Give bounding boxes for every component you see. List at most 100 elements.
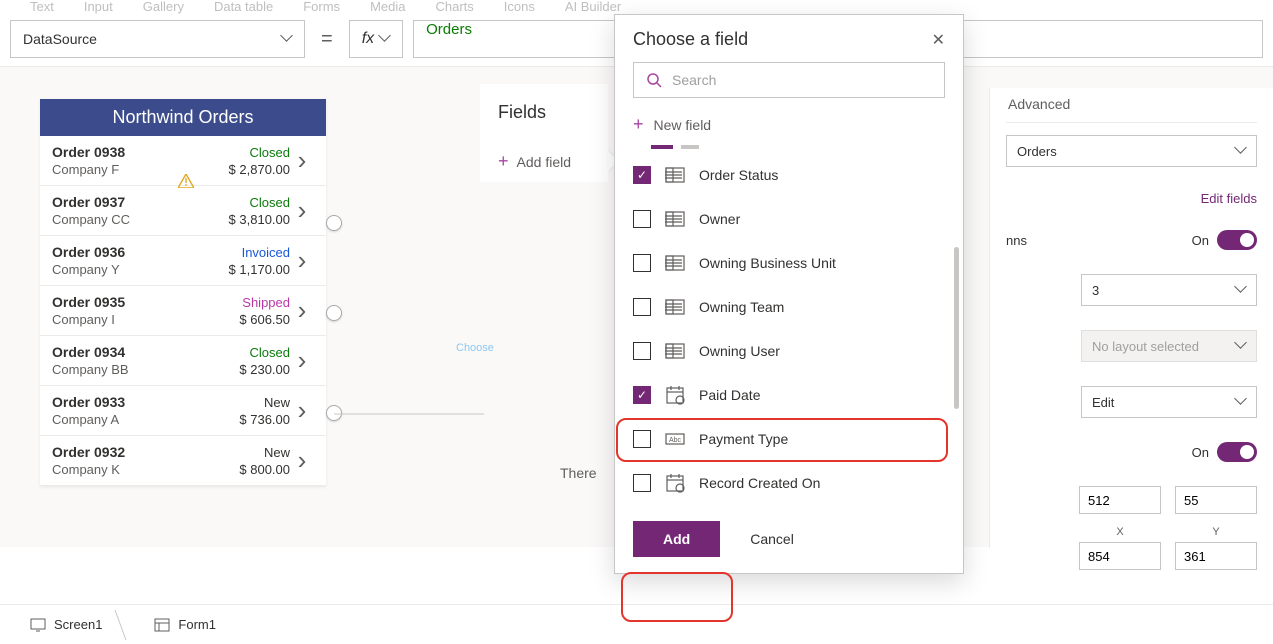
size-w-input[interactable] [1079,542,1161,570]
mode-select[interactable]: Edit [1081,386,1257,418]
checkbox[interactable] [633,210,651,228]
svg-text:Abc: Abc [669,437,682,444]
checkbox[interactable]: ✓ [633,166,651,184]
checkbox[interactable] [633,430,651,448]
checkbox[interactable] [633,298,651,316]
datasource-select[interactable]: Orders [1006,135,1257,167]
checkbox[interactable]: ✓ [633,386,651,404]
screen-icon [30,618,46,632]
option-icon [665,297,685,317]
choose-hint: Choose [456,342,494,354]
snap-columns-toggle[interactable] [1217,230,1257,250]
scrollbar[interactable] [954,247,959,409]
field-chooser-popup: Choose a field ✕ Search + New field ✓ Or… [614,14,964,574]
field-label: Owning Business Unit [699,255,836,271]
chevron-down-icon [1236,285,1246,295]
order-row[interactable]: Order 0935 Shipped Company I $ 606.50 [40,286,326,336]
tb-forms[interactable]: Forms [303,0,340,12]
field-option[interactable]: Record Created On [615,461,959,505]
order-status: New [210,395,290,410]
date-icon [665,385,685,405]
order-row[interactable]: Order 0936 Invoiced Company Y $ 1,170.00 [40,236,326,286]
tb-media[interactable]: Media [370,0,405,12]
chevron-down-icon [1236,146,1246,156]
form-icon [154,618,170,632]
order-row[interactable]: Order 0934 Closed Company BB $ 230.00 [40,336,326,386]
add-field-button[interactable]: + Add field [498,151,608,182]
fx-icon: fx [362,30,374,48]
breadcrumb-bar: Screen1 Form1 [0,604,1273,644]
layout-value: No layout selected [1092,339,1199,354]
order-status: Closed [210,145,290,160]
pos-x-input[interactable] [1079,486,1161,514]
field-list[interactable]: ✓ Order Status Owner Owning Business Uni… [615,153,963,505]
size-h-input[interactable] [1175,542,1257,570]
chevron-down-icon [1236,341,1246,351]
field-search-input[interactable]: Search [633,62,945,98]
tb-datatable[interactable]: Data table [214,0,273,12]
chevron-right-icon [290,347,314,375]
text-icon: Abc [665,429,685,449]
field-option[interactable]: ✓ Order Status [615,153,959,197]
order-amount: $ 736.00 [210,412,290,427]
tab-advanced[interactable]: Advanced [1008,88,1070,122]
columns-value: 3 [1092,283,1099,298]
order-row[interactable]: Order 0933 New Company A $ 736.00 [40,386,326,436]
pos-y-label: Y [1175,526,1257,538]
order-amount: $ 606.50 [210,312,290,327]
field-option[interactable]: Owning Business Unit [615,241,959,285]
resize-handle[interactable] [326,305,342,321]
tb-gallery[interactable]: Gallery [143,0,184,12]
field-option[interactable]: Abc Payment Type [615,417,959,461]
breadcrumb-screen[interactable]: Screen1 [16,611,116,638]
tb-input[interactable]: Input [84,0,113,12]
chevron-right-icon [290,297,314,325]
checkbox[interactable] [633,342,651,360]
order-row[interactable]: Order 0937 Closed Company CC $ 3,810.00 [40,186,326,236]
option-icon [665,165,685,185]
tb-aibuilder[interactable]: AI Builder [565,0,621,12]
chevron-down-icon [1236,397,1246,407]
order-company: Company A [52,412,210,427]
property-selector[interactable]: DataSource [10,20,305,58]
close-icon[interactable]: ✕ [932,30,945,50]
tb-text[interactable]: Text [30,0,54,12]
field-option[interactable]: Owning User [615,329,959,373]
columns-select[interactable]: 3 [1081,274,1257,306]
field-label: Owning User [699,343,780,359]
field-group-divider [615,141,963,153]
order-id: Order 0934 [52,344,210,360]
fx-button[interactable]: fx [349,20,403,58]
checkbox[interactable] [633,474,651,492]
resize-handle[interactable] [326,215,342,231]
tb-icons[interactable]: Icons [504,0,535,12]
tb-charts[interactable]: Charts [435,0,473,12]
add-button[interactable]: Add [633,521,720,557]
field-label: Owner [699,211,740,227]
orders-gallery[interactable]: Northwind Orders Order 0938 Closed Compa… [40,99,326,486]
new-field-button[interactable]: + New field [615,108,963,141]
visible-toggle[interactable] [1217,442,1257,462]
properties-panel: Advanced Orders Edit fields nns On 3 No … [989,88,1273,548]
there-text: There [560,465,597,481]
option-icon [665,253,685,273]
field-option[interactable]: Owning Team [615,285,959,329]
breadcrumb-form[interactable]: Form1 [140,611,230,638]
order-amount: $ 2,870.00 [210,162,290,177]
pos-x-label: X [1079,526,1161,538]
fields-panel: Fields + Add field [480,84,608,182]
field-label: Record Created On [699,475,820,491]
edit-fields-link[interactable]: Edit fields [1006,191,1257,206]
order-id: Order 0936 [52,244,210,260]
search-placeholder: Search [672,72,716,88]
checkbox[interactable] [633,254,651,272]
warning-icon [178,174,194,188]
search-icon [646,72,662,88]
pos-y-input[interactable] [1175,486,1257,514]
order-row[interactable]: Order 0932 New Company K $ 800.00 [40,436,326,486]
field-label: Order Status [699,167,778,183]
field-option[interactable]: Owner [615,197,959,241]
cancel-button[interactable]: Cancel [750,531,794,547]
order-company: Company BB [52,362,210,377]
field-option[interactable]: ✓ Paid Date [615,373,959,417]
